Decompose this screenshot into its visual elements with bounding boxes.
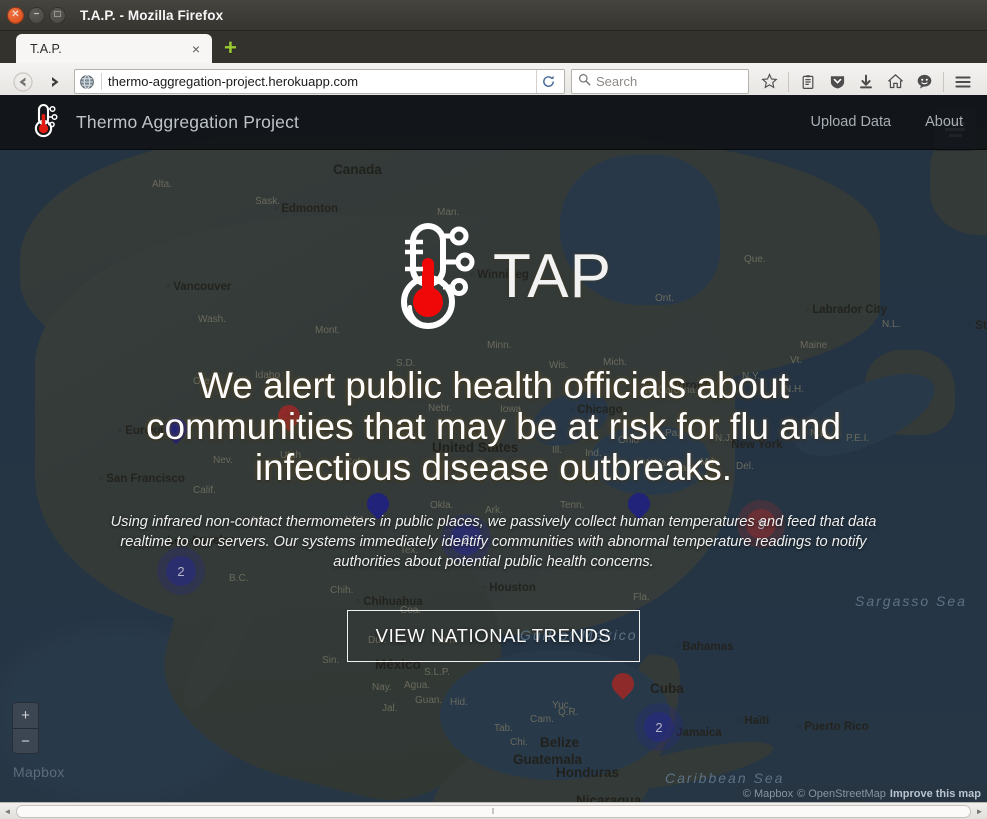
new-tab-icon[interactable]: +: [224, 37, 237, 59]
hero-subtitle: Using infrared non-contact thermometers …: [110, 514, 877, 570]
scrollbar-thumb[interactable]: ‖: [16, 804, 971, 818]
firefox-window: ✕ − □ T.A.P. - Mozilla Firefox T.A.P. × …: [0, 0, 987, 819]
minimize-window-icon[interactable]: −: [28, 6, 45, 24]
attribution-osm[interactable]: © OpenStreetMap: [797, 788, 886, 800]
nav-link-about[interactable]: About: [925, 114, 963, 130]
window-titlebar: ✕ − □ T.A.P. - Mozilla Firefox: [0, 0, 987, 31]
star-icon[interactable]: [755, 68, 783, 96]
zoom-out-button[interactable]: −: [13, 728, 38, 753]
hero-headline: We alert public health officials about c…: [145, 365, 842, 488]
site-nav-links: Upload Data About: [810, 114, 963, 130]
hero-logo-text: TAP: [493, 241, 612, 311]
tab-title: T.A.P.: [30, 41, 62, 56]
reader-list-icon[interactable]: [794, 68, 822, 96]
view-national-trends-button[interactable]: VIEW NATIONAL TRENDS: [346, 610, 641, 662]
download-arrow-icon[interactable]: [852, 68, 880, 96]
scroll-right-arrow[interactable]: ►: [972, 804, 987, 819]
search-icon: [578, 73, 591, 91]
hero-logo: TAP: [375, 214, 612, 339]
thermometer-icon: [24, 100, 64, 145]
map-zoom-controls: + −: [12, 702, 39, 754]
reload-icon[interactable]: [536, 70, 560, 93]
browser-tab[interactable]: T.A.P. ×: [16, 34, 212, 63]
map-cluster-marker[interactable]: 2: [644, 712, 674, 742]
hamburger-menu-icon[interactable]: [949, 68, 977, 96]
mapbox-logo[interactable]: Mapbox: [13, 764, 65, 780]
globe-icon: [79, 74, 95, 90]
window-controls: ✕ − □: [7, 6, 66, 24]
window-title: T.A.P. - Mozilla Firefox: [80, 7, 224, 23]
brand-title: Thermo Aggregation Project: [76, 111, 300, 132]
home-icon[interactable]: [881, 68, 909, 96]
close-window-icon[interactable]: ✕: [7, 6, 24, 24]
close-tab-icon[interactable]: ×: [188, 42, 204, 56]
search-input[interactable]: Search: [596, 74, 637, 89]
attribution-improve-link[interactable]: Improve this map: [890, 788, 981, 800]
chat-bubble-icon[interactable]: [910, 68, 938, 96]
back-arrow-icon[interactable]: [10, 69, 36, 95]
site-navbar: Thermo Aggregation Project Upload Data A…: [0, 95, 987, 150]
map-pin-icon: [607, 668, 639, 700]
url-divider: [101, 73, 102, 90]
maximize-window-icon[interactable]: □: [49, 6, 66, 24]
url-bar[interactable]: thermo-aggregation-project.herokuapp.com: [74, 69, 565, 94]
toolbar-divider-2: [943, 71, 944, 92]
zoom-in-button[interactable]: +: [13, 703, 38, 728]
thermometer-network-icon: [375, 214, 495, 339]
forward-arrow-icon[interactable]: [42, 69, 68, 95]
map-attribution: © Mapbox © OpenStreetMap Improve this ma…: [736, 786, 987, 802]
url-text[interactable]: thermo-aggregation-project.herokuapp.com: [108, 74, 530, 89]
search-box[interactable]: Search: [571, 69, 749, 94]
pocket-shield-icon[interactable]: [823, 68, 851, 96]
horizontal-scrollbar[interactable]: ◄ ‖ ►: [0, 802, 987, 819]
page-viewport: CanadaAlta.Sask.Man.EdmontonLabrador Cit…: [0, 95, 987, 802]
brand[interactable]: Thermo Aggregation Project: [24, 100, 299, 145]
attribution-mapbox[interactable]: © Mapbox: [743, 788, 793, 800]
tab-strip: T.A.P. × +: [0, 31, 987, 63]
toolbar-icons: [755, 68, 977, 96]
nav-link-upload-data[interactable]: Upload Data: [810, 114, 891, 130]
scroll-left-arrow[interactable]: ◄: [0, 804, 15, 819]
toolbar-divider: [788, 71, 789, 92]
map-pin-marker[interactable]: [607, 668, 639, 703]
